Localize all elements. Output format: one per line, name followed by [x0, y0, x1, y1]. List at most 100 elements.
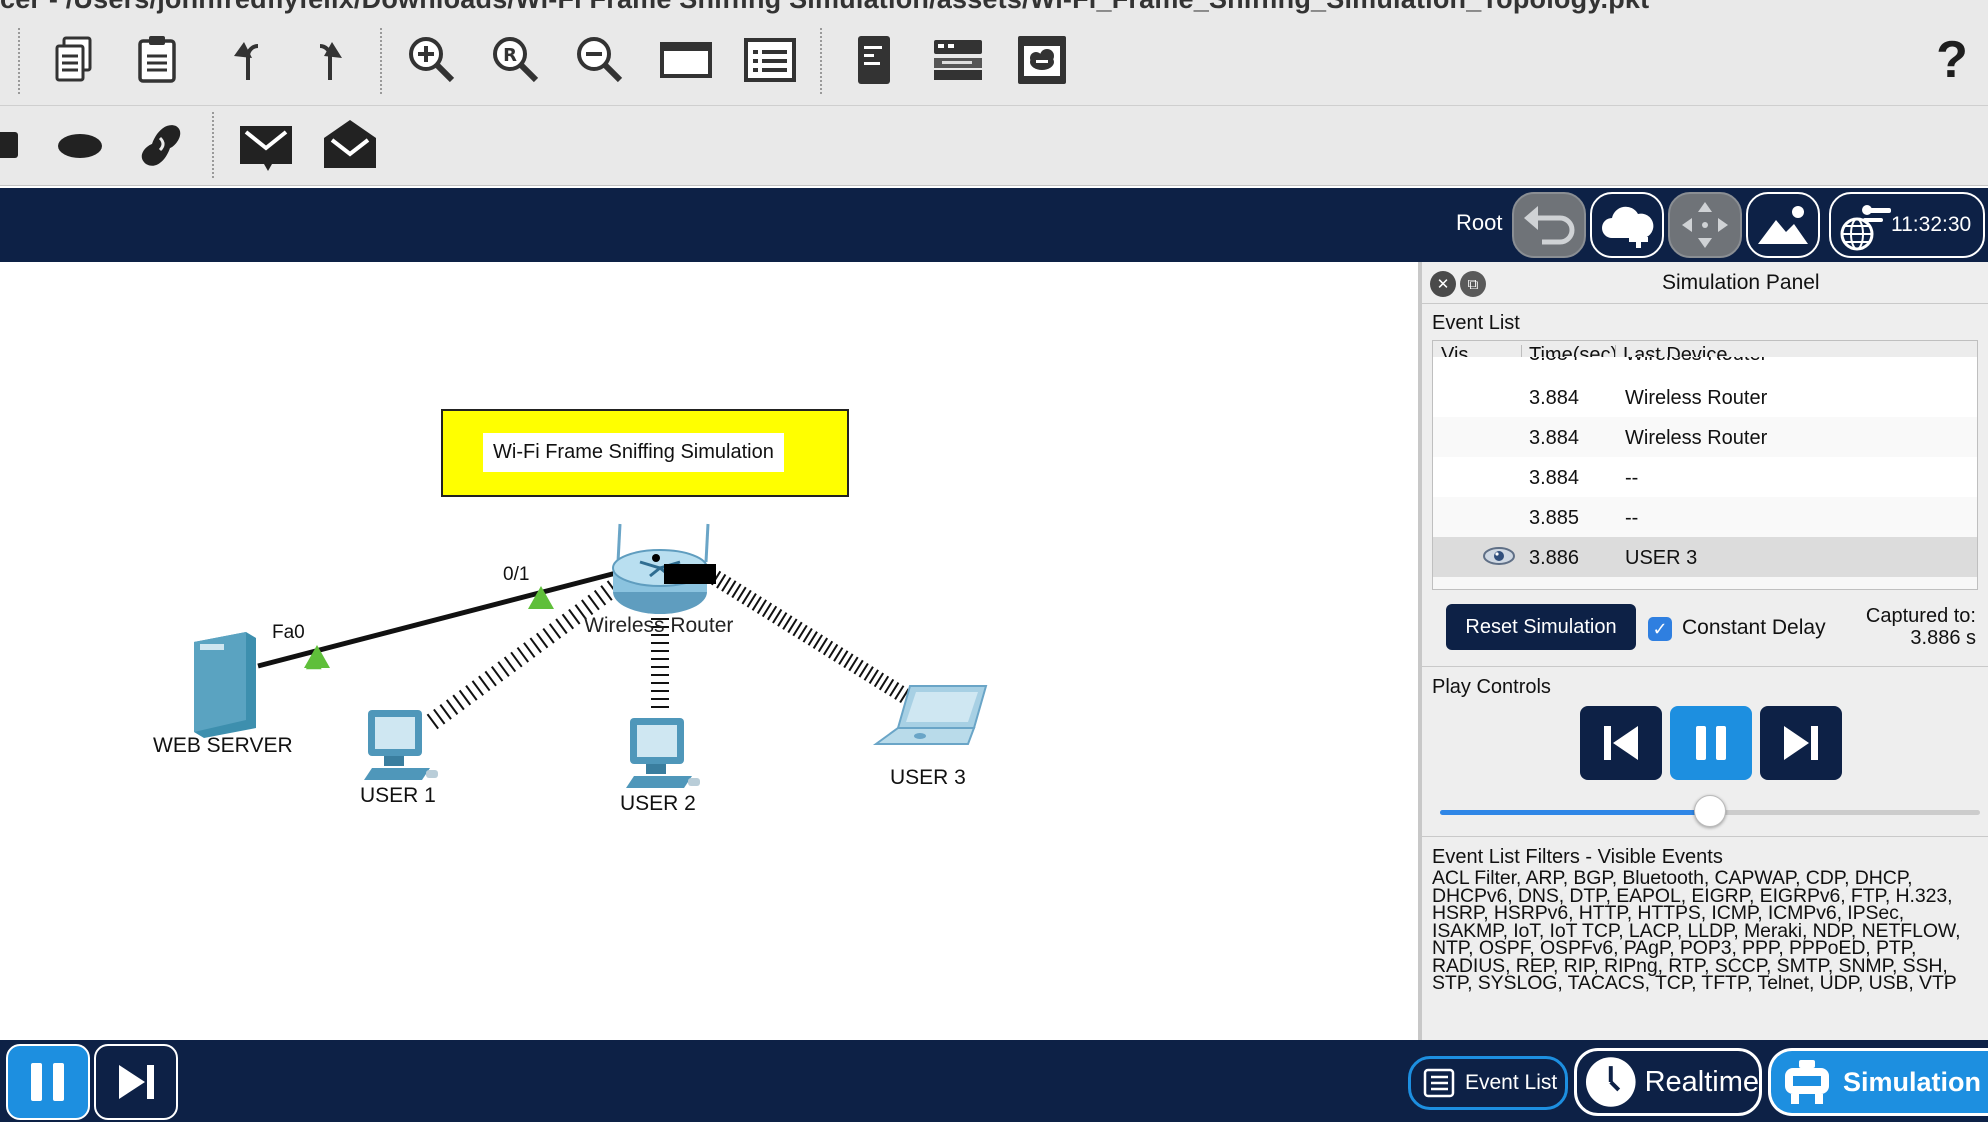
- simple-pdu-icon[interactable]: [236, 114, 296, 174]
- simulation-mode-button[interactable]: Simulation: [1768, 1048, 1988, 1116]
- zoom-in-icon[interactable]: [402, 30, 462, 90]
- pause-icon: [31, 1063, 64, 1101]
- step-back-button[interactable]: [1580, 706, 1662, 780]
- row-time: 3.884: [1529, 387, 1580, 409]
- step-forward-bottom-button[interactable]: [94, 1044, 178, 1120]
- section-divider: [1422, 836, 1988, 837]
- back-arrow-icon: [1524, 206, 1575, 245]
- back-button[interactable]: [1512, 192, 1586, 258]
- toolbar-divider: [212, 112, 214, 178]
- close-panel-icon[interactable]: ✕: [1430, 271, 1456, 297]
- bottom-bar: Event List Realtime Simulation: [0, 1040, 1988, 1122]
- table-row[interactable]: 3.884 Wireless Router: [1433, 417, 1977, 457]
- row-device: USER 3: [1625, 547, 1698, 569]
- copy-icon[interactable]: [48, 30, 108, 90]
- note-text: Wi-Fi Frame Sniffing Simulation: [483, 433, 784, 472]
- reset-simulation-button[interactable]: Reset Simulation: [1446, 604, 1636, 650]
- svg-text:R: R: [503, 45, 517, 66]
- table-row[interactable]: 3.884 --: [1433, 457, 1977, 497]
- row-device: Wireless Router: [1625, 427, 1768, 449]
- logical-navigation-bar: Root 11:32:30: [0, 188, 1988, 262]
- cable-icon[interactable]: [928, 30, 988, 90]
- topology-note[interactable]: Wi-Fi Frame Sniffing Simulation: [441, 409, 849, 497]
- event-filters-heading: Event List Filters - Visible Events: [1432, 846, 1723, 868]
- toolbar-divider: [820, 28, 822, 94]
- move-object-button[interactable]: [1668, 192, 1742, 258]
- play-speed-slider-fill: [1440, 810, 1710, 815]
- event-list-heading: Event List: [1432, 312, 1520, 334]
- row-device: --: [1625, 507, 1639, 529]
- router-port-label: 0/1: [503, 564, 530, 585]
- visible-events-list: ACL Filter, ARP, BGP, Bluetooth, CAPWAP,…: [1432, 870, 1961, 994]
- paste-icon[interactable]: [128, 30, 188, 90]
- pause-button[interactable]: [1670, 706, 1752, 780]
- viewport-clock-button[interactable]: 11:32:30: [1829, 192, 1985, 258]
- play-pause-button[interactable]: [6, 1044, 90, 1120]
- event-list-icon: [1423, 1068, 1455, 1098]
- section-divider: [1422, 666, 1988, 667]
- logical-workspace[interactable]: Wi-Fi Frame Sniffing Simulation Fa0 0/1 …: [0, 262, 1418, 1040]
- play-speed-slider-handle[interactable]: [1694, 795, 1726, 827]
- pause-icon: [1696, 726, 1726, 760]
- row-device: Wireless Router: [1625, 357, 1767, 366]
- table-row[interactable]: 3.884 Wireless Router: [1433, 377, 1977, 417]
- cloud-icon[interactable]: [1012, 30, 1072, 90]
- realtime-mode-button[interactable]: Realtime: [1574, 1048, 1762, 1116]
- drawing-palette-icon[interactable]: [656, 30, 716, 90]
- rectangle-icon[interactable]: [0, 114, 38, 174]
- row-time: 3.885: [1529, 507, 1580, 529]
- captured-value: 3.886 s: [1910, 627, 1976, 649]
- wireless-link-user1: [426, 572, 630, 730]
- user1-label[interactable]: USER 1: [360, 784, 436, 808]
- redo-icon[interactable]: [300, 30, 360, 90]
- play-speed-slider[interactable]: [1440, 795, 1980, 827]
- row-time: 3.884: [1529, 427, 1580, 449]
- row-time: 3.884: [1529, 467, 1580, 489]
- zoom-out-icon[interactable]: [570, 30, 630, 90]
- step-forward-button[interactable]: [1760, 706, 1842, 780]
- pdu-list-icon[interactable]: [844, 30, 904, 90]
- set-background-button[interactable]: [1746, 192, 1820, 258]
- freeform-icon[interactable]: [130, 114, 190, 174]
- constant-delay-checkbox[interactable]: ✓: [1648, 617, 1672, 641]
- simulation-label: Simulation: [1843, 1066, 1982, 1097]
- router-label[interactable]: Wireless Router: [584, 614, 733, 638]
- toolbar-divider: [380, 28, 382, 94]
- ellipse-icon[interactable]: [50, 114, 110, 174]
- table-row-selected[interactable]: 3.886 USER 3: [1433, 537, 1977, 577]
- undock-panel-icon[interactable]: ⧉: [1460, 271, 1486, 297]
- captured-label: Captured to:: [1865, 605, 1976, 627]
- table-row-partial[interactable]: 3.884 Wireless Router: [1433, 357, 1977, 377]
- simulation-panel-header: ✕ ⧉ Simulation Panel: [1422, 262, 1988, 304]
- complex-pdu-icon[interactable]: [320, 114, 380, 174]
- event-list-toggle[interactable]: Event List: [1408, 1056, 1568, 1110]
- captured-to-display: Captured to: 3.886 s: [1866, 605, 1976, 649]
- custom-device-dialog-icon[interactable]: [740, 30, 800, 90]
- row-device: Wireless Router: [1625, 387, 1768, 409]
- eye-icon[interactable]: [1483, 545, 1515, 567]
- step-back-icon: [1604, 726, 1638, 760]
- event-list-table[interactable]: Vis. Time(sec) Last Device 3.884 Wireles…: [1432, 340, 1978, 590]
- undo-icon[interactable]: [216, 30, 276, 90]
- globe-settings-icon: [1840, 205, 1891, 251]
- event-list-toggle-label: Event List: [1465, 1071, 1558, 1094]
- main-toolbar: R ?: [0, 14, 1988, 106]
- user3-label[interactable]: USER 3: [890, 766, 966, 790]
- user2-pc-device: [626, 718, 700, 788]
- drawing-toolbar: [0, 106, 1988, 186]
- zoom-reset-icon[interactable]: R: [486, 30, 546, 90]
- web-server-label[interactable]: WEB SERVER: [153, 734, 293, 758]
- window-title-bar: cer - /Users/johnfredflyfelix/Downloads/…: [0, 0, 1988, 14]
- window-title: cer - /Users/johnfredflyfelix/Downloads/…: [0, 0, 1649, 14]
- server-port-label: Fa0: [272, 622, 305, 643]
- toolbar-divider: [18, 28, 20, 94]
- simulation-panel-title: Simulation Panel: [1662, 271, 1820, 294]
- root-breadcrumb[interactable]: Root: [1456, 210, 1502, 236]
- table-row[interactable]: 3.885 --: [1433, 497, 1977, 537]
- row-time: 3.884: [1529, 357, 1579, 366]
- topology-links: [194, 523, 988, 788]
- user2-label[interactable]: USER 2: [620, 792, 696, 816]
- new-cluster-button[interactable]: [1590, 192, 1664, 258]
- help-icon[interactable]: ?: [1922, 30, 1982, 90]
- user3-laptop-device: [872, 685, 988, 745]
